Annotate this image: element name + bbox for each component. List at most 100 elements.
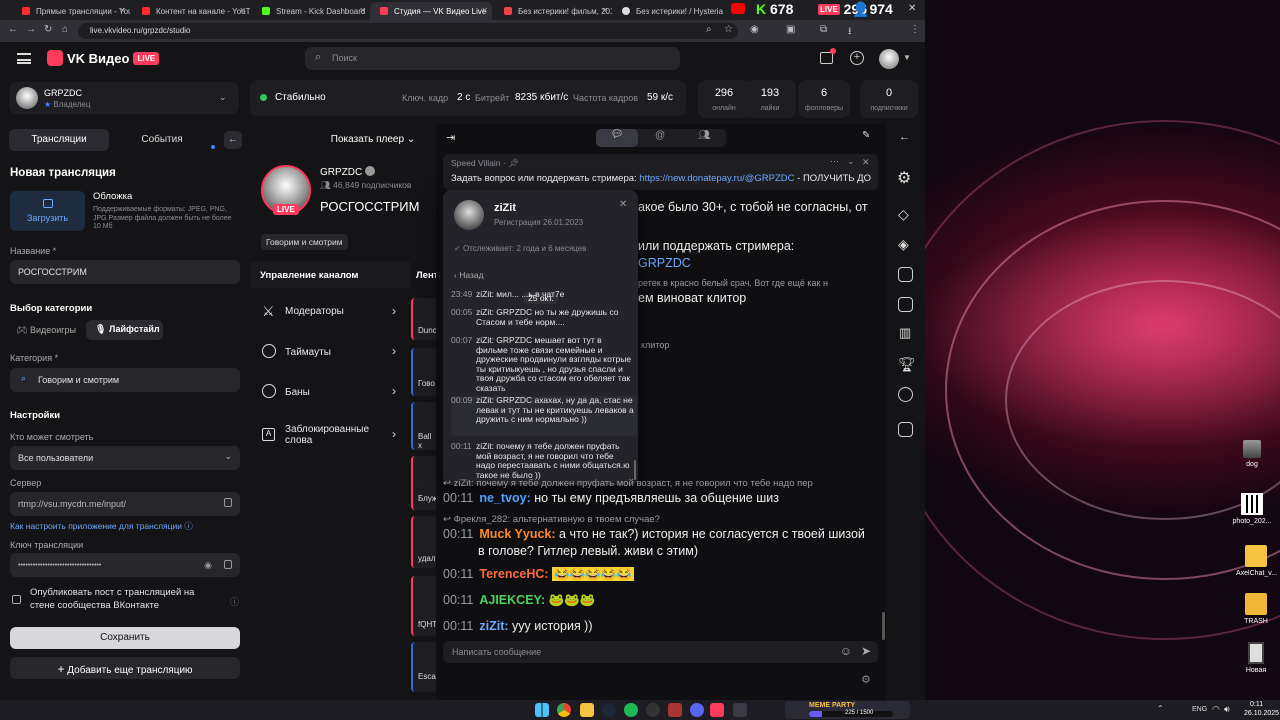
extension-icon[interactable]: ◉ (750, 24, 759, 35)
diamond-icon[interactable]: ◇ (898, 206, 909, 223)
stream-name-input[interactable]: РОСГОССТРИМ (10, 260, 240, 284)
close-tab-icon[interactable]: ✕ (481, 6, 488, 15)
help-icon[interactable]: ⓘ (230, 595, 239, 608)
desktop-icon-photo[interactable]: photo_202... (1232, 493, 1272, 525)
chat-message[interactable]: 00:11 TerenceHC: 😂😂😂😂😂 (443, 567, 634, 582)
who-can-watch-select[interactable]: Все пользователи ⌄ (10, 446, 240, 470)
menu-dots-icon[interactable]: ⋮ (910, 24, 920, 35)
feed-card[interactable]: fQHT (411, 576, 437, 636)
app-icon[interactable] (733, 703, 747, 717)
copy-icon[interactable] (224, 498, 232, 507)
chat-bubble-icon[interactable] (898, 387, 913, 402)
wifi-icon[interactable]: ◠ (1212, 704, 1220, 715)
chat-settings-pin-icon[interactable]: ✎ (862, 130, 870, 141)
extension-icon[interactable]: ▣ (786, 24, 795, 35)
cover-upload-button[interactable]: Загрузить (10, 191, 85, 231)
collapse-icon[interactable]: ⌄ (847, 156, 855, 167)
add-icon[interactable]: + (850, 51, 864, 65)
close-icon[interactable]: ✕ (619, 199, 627, 210)
chat-tab-mentions[interactable]: @ (655, 130, 665, 141)
chat-scrollbar[interactable] (882, 612, 885, 640)
chat-tab-users[interactable]: 👥︎ (698, 130, 711, 141)
more-icon[interactable]: ⋯ (830, 156, 839, 167)
windows-start-icon[interactable] (535, 703, 549, 717)
category-games-button[interactable]: 🎮︎ Видеоигры (10, 322, 82, 340)
stream-key-field[interactable]: •••••••••••••••••••••••••••••••••• ◉ (10, 553, 240, 577)
close-tab-icon[interactable]: ✕ (239, 6, 246, 15)
chat-message[interactable]: 00:11 AJIEKCEY: 🐸🐸🐸 (443, 593, 595, 608)
category-lifestyle-button[interactable]: 🎙︎ Лайфстайл (86, 320, 163, 340)
volume-icon[interactable]: 🔊︎ (1224, 704, 1230, 715)
pinned-message[interactable]: Speed Villain · 📌︎ Задать вопрос или под… (443, 154, 878, 190)
menu-bans[interactable]: Баны › (250, 372, 410, 412)
window-close-icon[interactable]: ✕ (908, 3, 916, 14)
back-icon[interactable]: ← (8, 24, 18, 35)
url-input[interactable]: live.vkvideo.ru/grpzdc/studio (78, 23, 738, 39)
feed-card[interactable]: Dunc (411, 298, 437, 340)
publish-checkbox[interactable] (12, 595, 21, 604)
emoji-icon[interactable]: ☺ (840, 644, 852, 658)
clip-icon[interactable] (898, 422, 913, 437)
download-icon[interactable]: ⭳ (848, 24, 852, 41)
chat-expand-icon[interactable]: ⇥ (446, 131, 455, 144)
desktop-icon-axelchat[interactable]: AxelChat_v... (1236, 545, 1277, 577)
show-player-button[interactable]: Показать плеер ⌄ (323, 130, 423, 150)
server-field[interactable]: rtmp://vsu.mycdn.me/input/ (10, 492, 240, 516)
menu-timeouts[interactable]: Таймауты › (250, 332, 410, 372)
desktop-icon-dog[interactable]: dog (1232, 440, 1272, 468)
howto-link[interactable]: Как настроить приложение для трансляции … (10, 520, 193, 532)
browser-tab[interactable]: Stream - Kick Dashboard ✕ (252, 2, 370, 20)
bookmark-star-icon[interactable]: ☆ (724, 24, 733, 35)
back-arrow-icon[interactable]: ← (899, 131, 910, 143)
obs-icon[interactable] (646, 703, 660, 717)
list-icon[interactable] (898, 297, 913, 312)
menu-blocked-words[interactable]: A Заблокированные слова › (250, 418, 410, 452)
tab-events[interactable]: События (112, 129, 212, 151)
vk-studio-icon[interactable] (710, 703, 724, 717)
vk-video-logo[interactable]: VK Видео LIVE (47, 50, 160, 66)
save-button[interactable]: Сохранить (10, 627, 240, 649)
category-search-input[interactable]: ⌕ Говорим и смотрим (10, 368, 240, 392)
close-tab-icon[interactable]: ✕ (119, 6, 126, 15)
browser-tab-active[interactable]: Студия — VK Видео Live ✕ (370, 2, 492, 20)
home-icon[interactable]: ⌂ (62, 24, 68, 35)
trophy-icon[interactable]: 🏆︎ (898, 356, 916, 373)
browser-tab[interactable]: Без истерики! фильм, 2010, до✕ (494, 2, 612, 20)
feed-card[interactable]: Блуж (411, 456, 437, 510)
feed-card[interactable]: Гово (411, 348, 437, 396)
feed-card[interactable]: Esca (411, 642, 437, 692)
chart-icon[interactable]: ▥ (899, 325, 911, 341)
chevron-down-icon[interactable]: ▼ (903, 53, 911, 62)
file-explorer-icon[interactable] (580, 703, 594, 717)
popup-back-button[interactable]: ‹ Назад (454, 270, 484, 280)
tab-streams[interactable]: Трансляции (9, 129, 109, 151)
steam-icon[interactable] (602, 703, 616, 717)
tray-chevron-icon[interactable]: ⌃ (1157, 704, 1164, 713)
add-stream-button[interactable]: + Добавить еще трансляцию (10, 657, 240, 679)
puzzle-icon[interactable]: ⧉ (820, 24, 827, 35)
zoom-icon[interactable]: ⌕ (706, 24, 712, 35)
close-tab-icon[interactable]: ✕ (359, 6, 366, 15)
browser-tab[interactable]: Прямые трансляции - YouTube✕ (12, 2, 130, 20)
category-chip[interactable]: Говорим и смотрим (261, 234, 348, 250)
feed-card[interactable]: Ball x (411, 402, 437, 450)
desktop-icon-trash[interactable]: TRASH (1236, 593, 1276, 625)
account-selector[interactable]: GRPZDC ★ Владелец ⌄ (9, 82, 239, 114)
close-tab-icon[interactable]: ✕ (601, 6, 608, 15)
chat-tab-messages[interactable]: 💬︎ (596, 129, 638, 147)
feed-card[interactable]: удал (411, 516, 437, 568)
close-icon[interactable]: ✕ (862, 157, 870, 168)
spotify-icon[interactable] (624, 703, 638, 717)
discord-icon[interactable] (690, 703, 704, 717)
popup-scrollbar[interactable] (634, 460, 636, 480)
avatar[interactable] (879, 49, 899, 69)
reload-icon[interactable]: ↻ (44, 24, 52, 35)
chat-message-input[interactable]: Написать сообщение ☺ ➤ (443, 641, 878, 663)
meme-party-widget[interactable]: МЕМЕ PARTY 225 / 1500 (785, 701, 910, 719)
chat-message[interactable]: 00:11 ne_tvoy: но ты ему предъявляешь за … (443, 491, 779, 505)
collapse-sidebar-button[interactable]: ← (224, 131, 242, 149)
settings-gear-icon[interactable]: ⚙ (897, 168, 911, 188)
search-input[interactable]: ⌕ Поиск (305, 47, 680, 70)
chat-settings-icon[interactable]: ⚙ (861, 673, 871, 686)
browser-tab[interactable]: Без истерики! / Hysteria (612, 2, 730, 20)
